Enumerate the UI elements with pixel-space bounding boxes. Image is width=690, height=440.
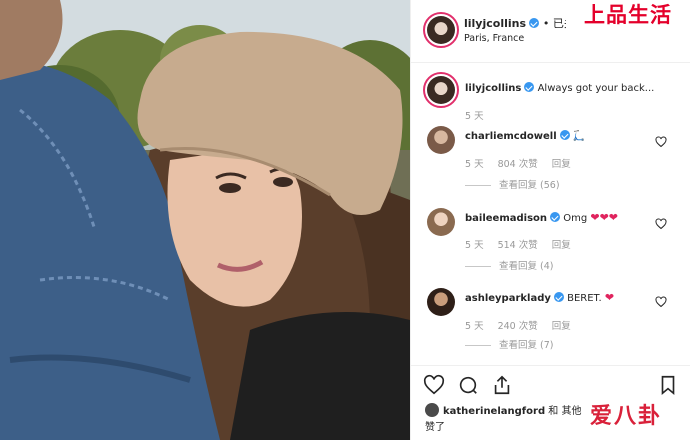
comment-time: 5 天 (465, 159, 484, 170)
caption-username[interactable]: lilyjcollins (465, 83, 521, 94)
view-replies[interactable]: 查看回复 (7) (465, 337, 553, 351)
view-replies[interactable]: 查看回复 (4) (465, 258, 553, 272)
like-comment-heart-icon[interactable] (655, 218, 667, 230)
comment-likes[interactable]: 804 次赞 (498, 159, 538, 170)
liked-by-suffix[interactable]: 和 其他 (548, 406, 581, 417)
comment-text: 🛴 (572, 131, 586, 142)
author-avatar[interactable] (423, 12, 459, 48)
red-heart-emoji-icon: ❤❤❤ (590, 211, 619, 224)
comment-avatar[interactable] (427, 208, 455, 236)
caption-avatar[interactable] (423, 72, 459, 108)
comment-meta: 5 天 240 次赞 回复 (465, 318, 585, 332)
reply-button[interactable]: 回复 (552, 321, 571, 332)
comment: baileemadison Omg ❤❤❤ (465, 211, 618, 224)
comment-text: Omg (563, 213, 588, 224)
verified-badge-icon (553, 292, 564, 302)
header-divider (411, 62, 690, 63)
comment-avatar[interactable] (427, 126, 455, 154)
caption-time: 5 天 (465, 111, 484, 122)
caption-text: Always got your back... (537, 83, 655, 94)
post-header: lilyjcollins • 已关 (464, 15, 575, 31)
verified-badge-icon (559, 130, 570, 140)
comment-likes[interactable]: 514 次赞 (498, 240, 538, 251)
like-comment-heart-icon[interactable] (655, 296, 667, 308)
watermark-top: 上品生活 (566, 0, 690, 30)
comment-text: BERET. (567, 293, 602, 304)
verified-badge-icon (550, 212, 561, 222)
post-location[interactable]: Paris, France (464, 33, 524, 44)
watermark-bottom: 爱八卦 (590, 398, 682, 436)
author-username[interactable]: lilyjcollins (464, 17, 526, 30)
reply-button[interactable]: 回复 (552, 159, 571, 170)
comment-time: 5 天 (465, 321, 484, 332)
bookmark-icon[interactable] (657, 374, 679, 396)
verified-badge-icon (529, 18, 540, 28)
post-sidebar: lilyjcollins • 已关 Paris, France lilyjcol… (410, 0, 690, 440)
red-heart-emoji-icon: ❤ (604, 291, 615, 304)
liked-by-tail: 赞了 (425, 422, 445, 433)
comment: ashleyparklady BERET. ❤ (465, 291, 614, 304)
comment-username[interactable]: charliemcdowell (465, 131, 557, 142)
action-bar (411, 366, 690, 402)
comment-time: 5 天 (465, 240, 484, 251)
liker-username[interactable]: katherinelangford (443, 406, 545, 417)
like-comment-heart-icon[interactable] (655, 136, 667, 148)
comment: charliemcdowell 🛴 (465, 130, 585, 142)
comment-meta: 5 天 804 次赞 回复 (465, 156, 585, 170)
photo-illustration (0, 0, 410, 440)
post-photo[interactable] (0, 0, 410, 440)
watermark-bottom-text: 爱八卦 (590, 404, 663, 429)
heart-icon[interactable] (423, 374, 445, 396)
comment-avatar[interactable] (427, 288, 455, 316)
reply-button[interactable]: 回复 (552, 240, 571, 251)
caption: lilyjcollins Always got your back... (465, 82, 654, 94)
verified-badge-icon (524, 82, 535, 92)
comment-username[interactable]: ashleyparklady (465, 293, 551, 304)
liker-avatar[interactable] (425, 403, 439, 417)
comment-username[interactable]: baileemadison (465, 213, 547, 224)
comment-meta: 5 天 514 次赞 回复 (465, 237, 585, 251)
view-replies[interactable]: 查看回复 (56) (465, 177, 560, 191)
liked-by: katherinelangford 和 其他 (425, 402, 581, 417)
share-icon[interactable] (491, 374, 513, 396)
comment-icon[interactable] (457, 374, 479, 396)
comment-likes[interactable]: 240 次赞 (498, 321, 538, 332)
